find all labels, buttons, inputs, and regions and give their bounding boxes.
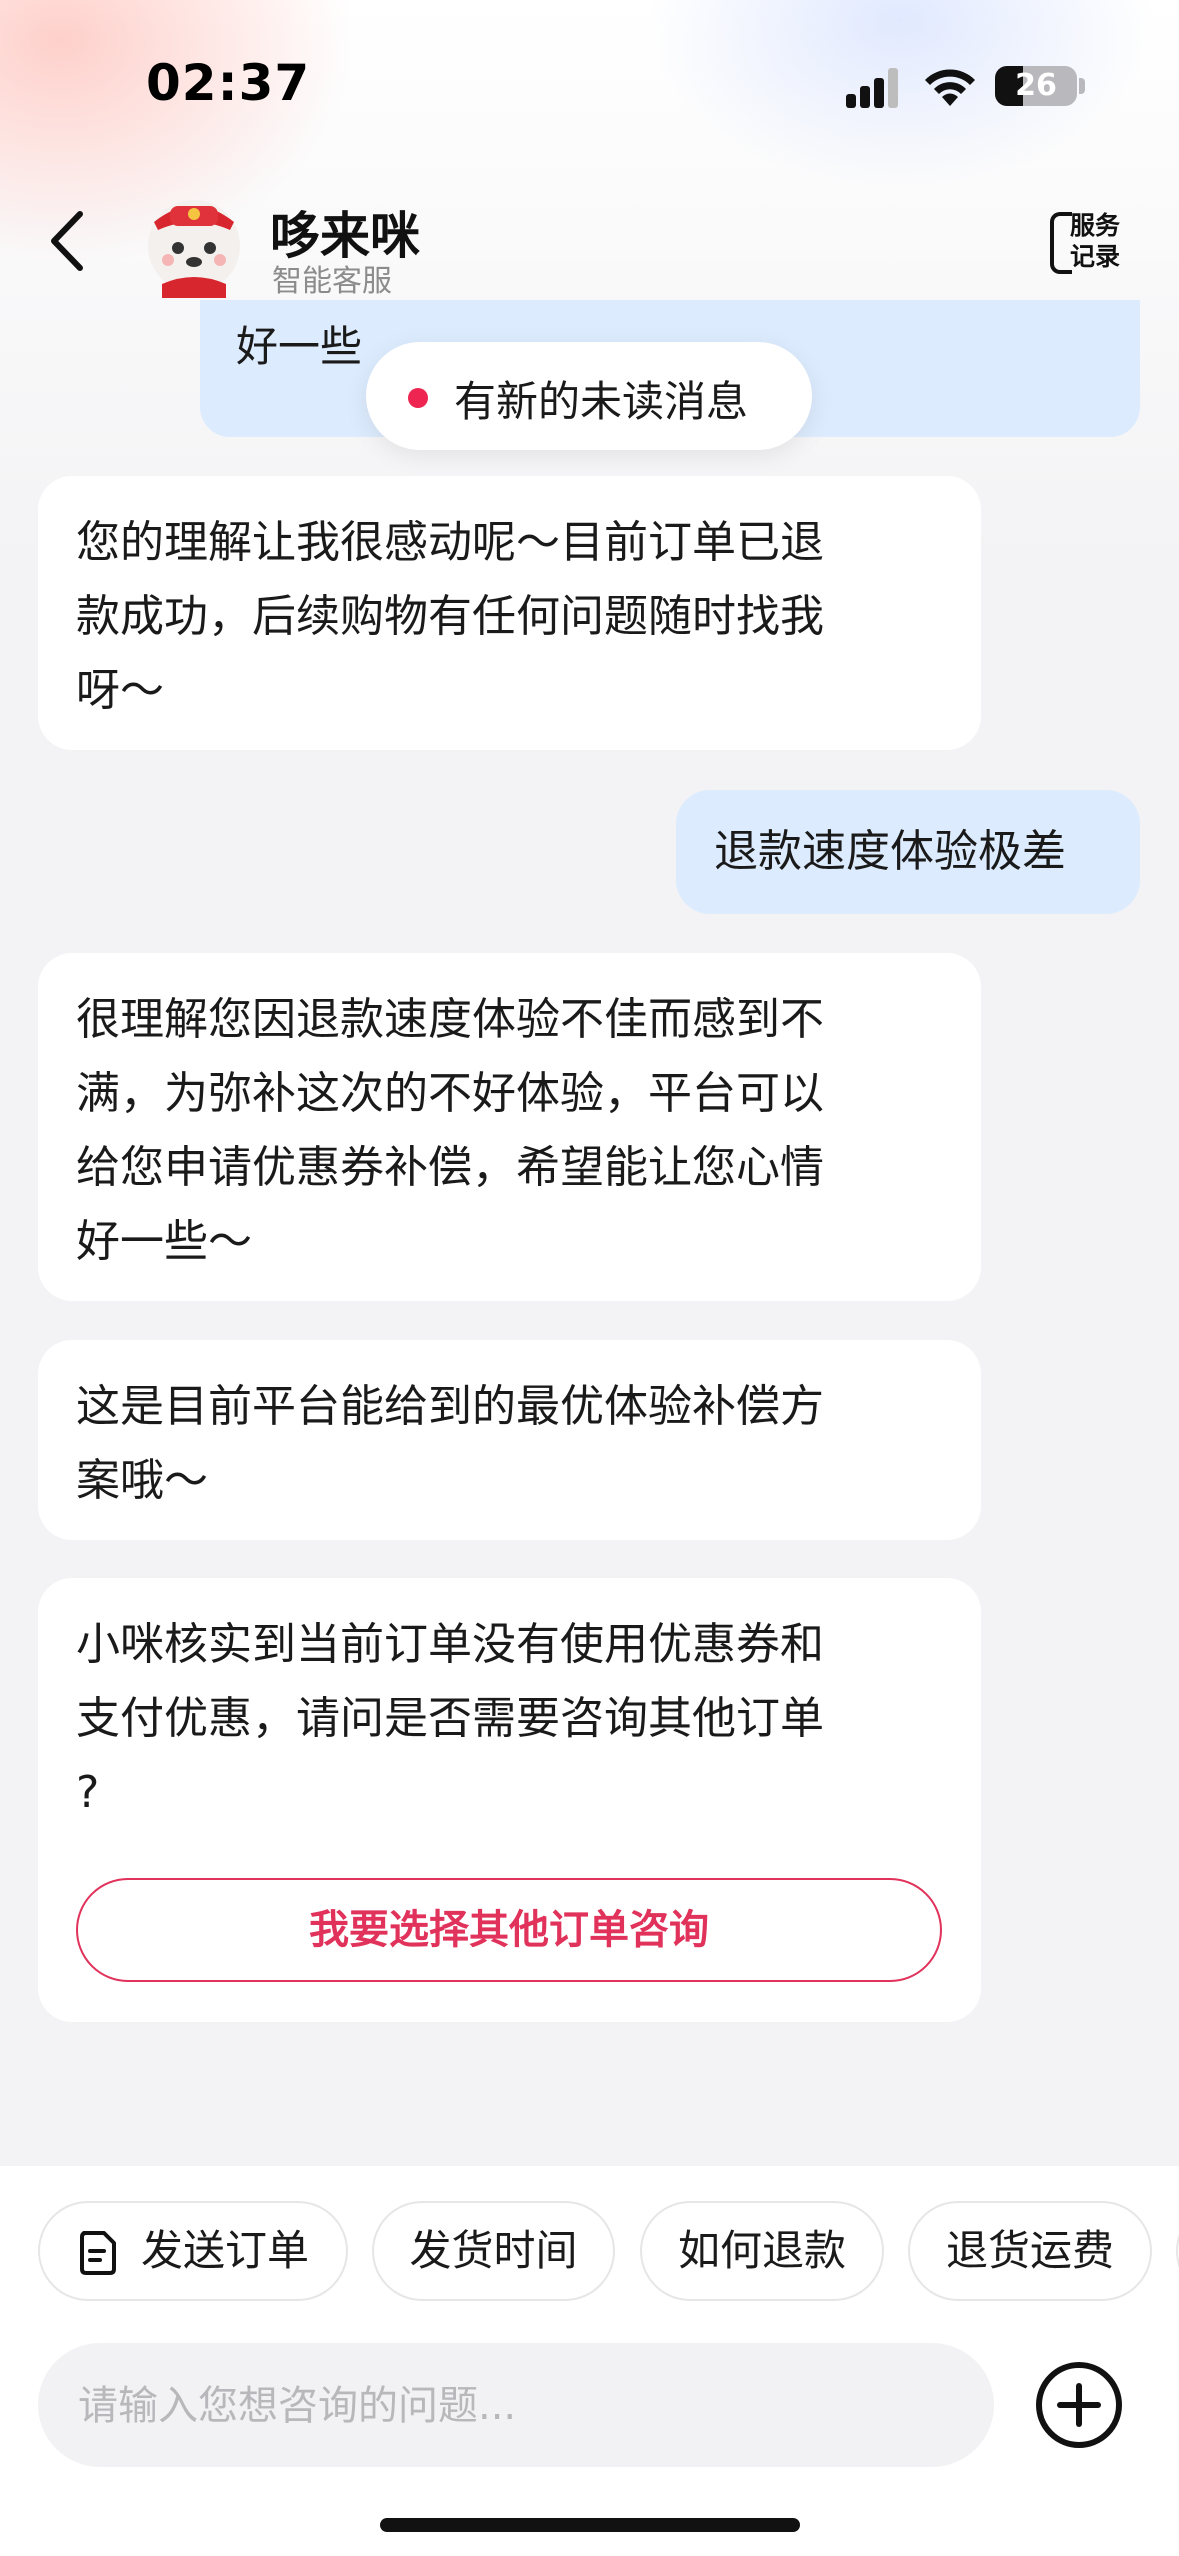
chat-area[interactable]: 好一些 有新的未读消息 您的理解让我很感动呢～目前订单已退 款成功，后续购物有任… xyxy=(0,300,1179,2166)
message-line: 款成功，后续购物有任何问题随时找我 xyxy=(76,591,824,642)
bottom-bar: 发送订单 发货时间 如何退款 退货运费 xyxy=(0,2166,1179,2556)
bot-message: 小咪核实到当前订单没有使用优惠券和 支付优惠，请问是否需要咨询其他订单 ? 我要… xyxy=(38,1578,981,2022)
wifi-icon xyxy=(925,69,975,106)
unread-notice-text: 有新的未读消息 xyxy=(454,377,749,426)
message-line: 呀～ xyxy=(76,665,164,716)
home-indicator xyxy=(380,2518,800,2532)
message-line: 好一些～ xyxy=(76,1216,252,1267)
quick-reply-label: 发货时间 xyxy=(409,2226,578,2275)
message-line: 您的理解让我很感动呢～目前订单已退 xyxy=(76,517,824,568)
message-line: ? xyxy=(76,1767,100,1818)
battery-level: 26 xyxy=(1015,68,1057,103)
battery-cap xyxy=(1079,78,1085,94)
battery-icon: 26 xyxy=(995,66,1077,106)
document-icon xyxy=(80,2231,116,2275)
unread-messages-pill[interactable]: 有新的未读消息 xyxy=(366,342,812,450)
service-record-icon xyxy=(1050,212,1072,274)
quick-reply-send-order[interactable]: 发送订单 xyxy=(38,2201,348,2301)
chevron-left-icon[interactable] xyxy=(40,206,100,276)
message-line: 这是目前平台能给到的最优体验补偿方 xyxy=(76,1381,824,1432)
message-input-container xyxy=(38,2343,994,2469)
quick-reply-label: 退货运费 xyxy=(945,2226,1114,2275)
message-input[interactable] xyxy=(76,2343,960,2469)
message-text: 退款速度体验极差 xyxy=(714,826,1066,877)
message-line: 小咪核实到当前订单没有使用优惠券和 xyxy=(76,1619,824,1670)
status-time: 02:37 xyxy=(146,54,311,112)
service-records-label: 服务 记录 xyxy=(1070,211,1121,271)
message-line: 支付优惠，请问是否需要咨询其他订单 xyxy=(76,1693,824,1744)
choose-other-order-button[interactable]: 我要选择其他订单咨询 xyxy=(76,1878,942,1982)
quick-reply-shipping-time[interactable]: 发货时间 xyxy=(372,2201,615,2301)
page-subtitle: 智能客服 xyxy=(272,264,392,299)
bot-message: 您的理解让我很感动呢～目前订单已退 款成功，后续购物有任何问题随时找我 呀～ xyxy=(38,476,981,750)
bot-message: 这是目前平台能给到的最优体验补偿方 案哦～ xyxy=(38,1340,981,1540)
quick-reply-label: 如何退款 xyxy=(677,2226,846,2275)
unread-dot xyxy=(408,388,428,408)
message-line: 很理解您因退款速度体验不佳而感到不 xyxy=(76,994,824,1045)
message-line: 给您申请优惠券补偿，希望能让您心情 xyxy=(76,1142,824,1193)
avatar[interactable] xyxy=(140,186,248,298)
quick-reply-bar[interactable]: 发送订单 发货时间 如何退款 退货运费 xyxy=(0,2201,1179,2303)
message-line: 满，为弥补这次的不好体验，平台可以 xyxy=(76,1068,824,1119)
quick-reply-label: 发送订单 xyxy=(140,2226,309,2275)
cellular-signal-icon xyxy=(846,66,904,108)
quick-reply-return-shipping[interactable]: 退货运费 xyxy=(908,2201,1152,2301)
service-records-button[interactable]: 服务 记录 xyxy=(1050,208,1134,280)
quick-reply-how-to-refund[interactable]: 如何退款 xyxy=(640,2201,884,2301)
plus-icon[interactable] xyxy=(1034,2360,1124,2450)
bot-message: 很理解您因退款速度体验不佳而感到不 满，为弥补这次的不好体验，平台可以 给您申请… xyxy=(38,953,981,1301)
user-message: 退款速度体验极差 xyxy=(676,790,1140,914)
message-line: 案哦～ xyxy=(76,1455,208,1506)
